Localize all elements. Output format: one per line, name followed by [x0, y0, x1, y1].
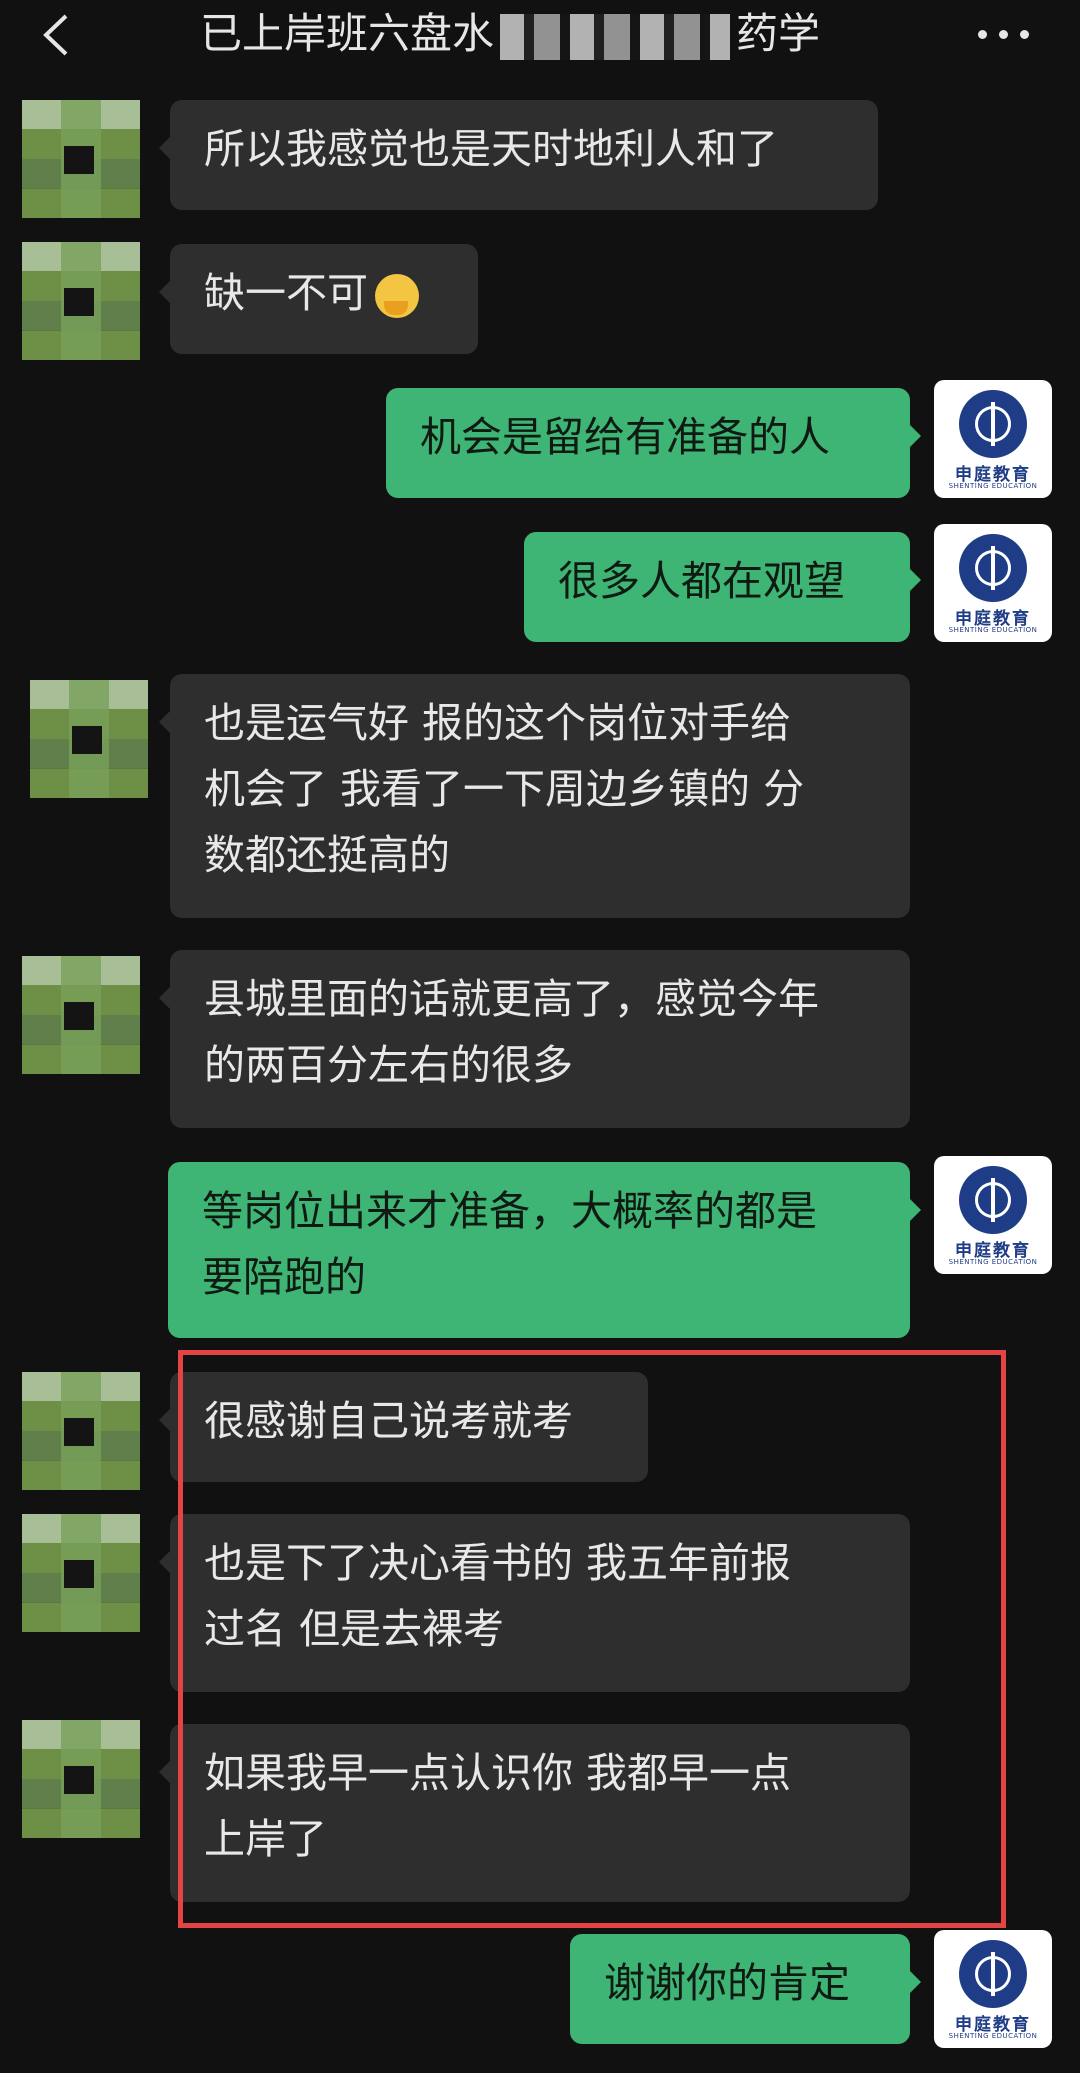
chat-title-prefix: 已上岸班六盘水 — [200, 9, 495, 58]
message-bubble[interactable]: 很感谢自己说考就考 — [159, 1372, 648, 1482]
chat-header: 已上岸班六盘水 药学 — [0, 0, 1080, 70]
shenting-logo-icon — [959, 1940, 1027, 2008]
avatar[interactable] — [30, 680, 148, 798]
logo-name-en: SHENTING EDUCATION — [948, 626, 1038, 634]
avatar[interactable]: 申庭教育 SHENTING EDUCATION — [934, 1930, 1052, 2048]
avatar[interactable] — [22, 242, 140, 360]
message-text: 很感谢自己说考就考 — [204, 1397, 573, 1445]
avatar[interactable]: 申庭教育 SHENTING EDUCATION — [934, 524, 1052, 642]
message-text-line: 过名 但是去裸考 — [204, 1605, 505, 1653]
avatar[interactable] — [22, 956, 140, 1074]
message-text: 所以我感觉也是天时地利人和了 — [204, 125, 778, 173]
thinking-face-emoji — [372, 271, 422, 321]
message-text: 很多人都在观望 — [558, 557, 845, 605]
message-text-line: 也是运气好 报的这个岗位对手给 — [204, 699, 792, 747]
message-bubble[interactable]: 谢谢你的肯定 — [570, 1934, 921, 2044]
redacted-text — [500, 13, 731, 60]
logo-name-en: SHENTING EDUCATION — [948, 2032, 1038, 2040]
chat-title-suffix: 药学 — [736, 9, 821, 58]
message-bubble[interactable]: 等岗位出来才准备，大概率的都是 要陪跑的 — [168, 1162, 921, 1338]
message-text: 谢谢你的肯定 — [604, 1959, 850, 2007]
message-text: 机会是留给有准备的人 — [420, 413, 830, 461]
message-bubble[interactable]: 如果我早一点认识你 我都早一点 上岸了 — [159, 1724, 910, 1902]
message-bubble[interactable]: 县城里面的话就更高了，感觉今年 的两百分左右的很多 — [159, 950, 910, 1128]
message-text-line: 也是下了决心看书的 我五年前报 — [204, 1539, 792, 1587]
shenting-logo-icon — [959, 390, 1027, 458]
shenting-logo-icon — [959, 1166, 1027, 1234]
chevron-left-icon[interactable] — [38, 12, 78, 58]
avatar[interactable]: 申庭教育 SHENTING EDUCATION — [934, 380, 1052, 498]
message-bubble[interactable]: 所以我感觉也是天时地利人和了 — [159, 100, 878, 210]
message-bubble[interactable]: 也是运气好 报的这个岗位对手给 机会了 我看了一下周边乡镇的 分 数都还挺高的 — [159, 674, 910, 918]
avatar[interactable] — [22, 100, 140, 218]
message-text-line: 机会了 我看了一下周边乡镇的 分 — [204, 765, 805, 813]
message-text-line: 县城里面的话就更高了，感觉今年 — [204, 975, 819, 1023]
message-bubble[interactable]: 很多人都在观望 — [524, 532, 921, 642]
message-text-line: 的两百分左右的很多 — [204, 1041, 573, 1089]
message-text-line: 等岗位出来才准备，大概率的都是 — [202, 1187, 817, 1235]
avatar[interactable] — [22, 1372, 140, 1490]
message-text-line: 上岸了 — [204, 1815, 327, 1863]
avatar[interactable] — [22, 1720, 140, 1838]
shenting-logo-icon — [959, 534, 1027, 602]
logo-name-en: SHENTING EDUCATION — [948, 482, 1038, 490]
avatar[interactable] — [22, 1514, 140, 1632]
message-bubble[interactable]: 缺一不可 — [159, 244, 478, 354]
more-dots-icon[interactable] — [976, 24, 1032, 44]
chat-title: 已上岸班六盘水 药学 — [200, 4, 880, 64]
avatar[interactable]: 申庭教育 SHENTING EDUCATION — [934, 1156, 1052, 1274]
logo-name-en: SHENTING EDUCATION — [948, 1258, 1038, 1266]
message-bubble[interactable]: 机会是留给有准备的人 — [386, 388, 921, 498]
message-text-line: 要陪跑的 — [202, 1253, 366, 1301]
message-text: 缺一不可 — [204, 269, 368, 317]
message-text-line: 数都还挺高的 — [204, 831, 450, 879]
message-text-line: 如果我早一点认识你 我都早一点 — [204, 1749, 792, 1797]
message-bubble[interactable]: 也是下了决心看书的 我五年前报 过名 但是去裸考 — [159, 1514, 910, 1692]
